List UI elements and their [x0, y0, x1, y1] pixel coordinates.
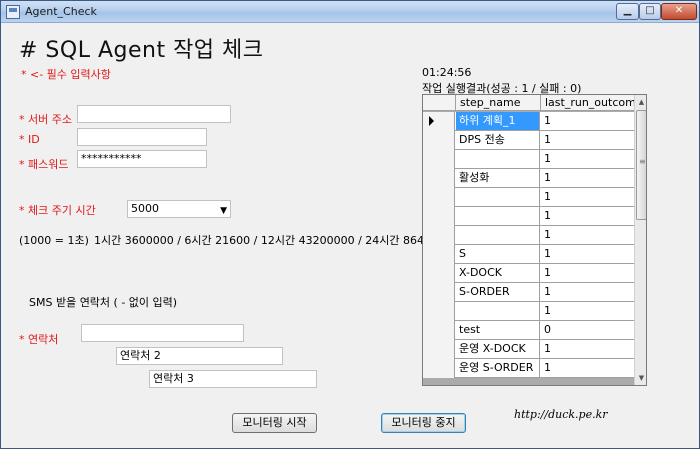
minimize-button[interactable]: ▁ [616, 3, 639, 20]
results-grid[interactable]: step_name last_run_outcom 하위 계획_1 1 DPS 전… [422, 94, 647, 386]
server-label: * 서버 주소 [19, 113, 72, 126]
outcome-cell[interactable]: 1 [541, 226, 634, 244]
outcome-cell[interactable]: 1 [541, 207, 634, 225]
outcome-cell[interactable]: 0 [541, 321, 634, 339]
row-header[interactable] [423, 340, 455, 359]
contact-input-3[interactable]: 연락처 3 [149, 370, 317, 388]
step-name-cell[interactable]: X-DOCK [456, 264, 540, 282]
outcome-cell[interactable]: 1 [541, 169, 634, 187]
step-name-cell[interactable]: 운영 S-ORDER [456, 359, 540, 377]
row-header[interactable] [423, 264, 455, 283]
scroll-up-icon[interactable]: ▲ [635, 95, 646, 109]
grid-rows: 하위 계획_1 1 DPS 전송 1 1 활성화 1 1 1 1 S1 X-DOCK 1… [423, 112, 634, 378]
step-name-cell[interactable]: test [456, 321, 540, 339]
table-row[interactable]: 하위 계획_1 1 [423, 112, 634, 131]
interval-hint-values: 1시간 3600000 / 6시간 21600 / 12시간 43200000 … [94, 234, 459, 247]
step-name-cell[interactable]: S [456, 245, 540, 263]
outcome-cell[interactable]: 1 [541, 283, 634, 301]
interval-label: * 체크 주기 시간 [19, 204, 96, 217]
contact-input-1[interactable] [81, 324, 244, 342]
table-row[interactable]: 운영 S-ORDER 1 [423, 359, 634, 378]
app-window: Agent_Check ▁ □ ✕ # SQL Agent 작업 체크 * <-… [0, 0, 700, 449]
scroll-down-icon[interactable]: ▼ [635, 371, 646, 385]
interval-value: 5000 [131, 202, 159, 215]
required-note: * <- 필수 입력사항 [21, 68, 111, 81]
row-header[interactable] [423, 169, 455, 188]
row-header[interactable] [423, 131, 455, 150]
step-name-cell[interactable] [456, 207, 540, 225]
outcome-cell[interactable]: 1 [541, 340, 634, 358]
server-input[interactable] [77, 105, 231, 123]
status-time: 01:24:56 [422, 66, 472, 79]
outcome-cell[interactable]: 1 [541, 131, 634, 149]
row-header[interactable] [423, 302, 455, 321]
table-row[interactable]: S-ORDER 1 [423, 283, 634, 302]
outcome-cell[interactable]: 1 [541, 359, 634, 377]
table-row[interactable]: S1 [423, 245, 634, 264]
scroll-thumb[interactable] [636, 110, 646, 220]
table-row[interactable]: 활성화 1 [423, 169, 634, 188]
interval-select[interactable]: 5000 ▼ [127, 200, 231, 218]
step-name-cell[interactable]: S-ORDER [456, 283, 540, 301]
step-name-cell[interactable]: 운영 X-DOCK [456, 340, 540, 358]
outcome-cell[interactable]: 1 [541, 245, 634, 263]
outcome-cell[interactable]: 1 [541, 112, 634, 130]
contact-label: * 연락처 [19, 333, 59, 346]
step-name-cell[interactable] [456, 188, 540, 206]
id-input[interactable] [77, 128, 207, 146]
table-row[interactable]: 1 [423, 150, 634, 169]
table-row[interactable]: 1 [423, 302, 634, 321]
step-name-cell[interactable]: 활성화 [456, 169, 540, 187]
outcome-cell[interactable]: 1 [541, 188, 634, 206]
row-header[interactable] [423, 112, 455, 131]
step-name-cell[interactable] [456, 302, 540, 320]
table-row[interactable]: 운영 X-DOCK 1 [423, 340, 634, 359]
close-button[interactable]: ✕ [661, 3, 697, 20]
outcome-cell[interactable]: 1 [541, 302, 634, 320]
page-title: # SQL Agent 작업 체크 [19, 38, 264, 63]
author-url: http://duck.pe.kr [514, 408, 608, 421]
column-header-step-name[interactable]: step_name [456, 95, 541, 111]
chevron-down-icon[interactable]: ▼ [220, 203, 227, 219]
row-header[interactable] [423, 188, 455, 207]
interval-hint-unit: (1000 = 1초) [19, 234, 89, 247]
column-header-last-run-outcome[interactable]: last_run_outcom [541, 95, 634, 111]
step-name-cell[interactable]: 하위 계획_1 [456, 112, 540, 130]
title-bar[interactable]: Agent_Check ▁ □ ✕ [1, 1, 699, 23]
row-header[interactable] [423, 245, 455, 264]
table-row[interactable]: DPS 전송 1 [423, 131, 634, 150]
current-row-icon [429, 116, 434, 126]
table-row[interactable]: X-DOCK 1 [423, 264, 634, 283]
row-header[interactable] [423, 226, 455, 245]
row-header[interactable] [423, 207, 455, 226]
maximize-button[interactable]: □ [639, 3, 661, 20]
row-header[interactable] [423, 283, 455, 302]
outcome-cell[interactable]: 1 [541, 150, 634, 168]
row-header[interactable] [423, 359, 455, 378]
start-monitoring-button[interactable]: 모니터링 시작 [232, 413, 317, 433]
grid-corner-header [423, 95, 456, 111]
row-header[interactable] [423, 321, 455, 340]
window-title: Agent_Check [25, 5, 97, 18]
step-name-cell[interactable]: DPS 전송 [456, 131, 540, 149]
step-name-cell[interactable] [456, 226, 540, 244]
sms-section-title: SMS 받을 연락처 ( - 없이 입력) [29, 296, 178, 309]
password-input[interactable]: *********** [77, 150, 207, 168]
id-label: * ID [19, 133, 40, 146]
row-header[interactable] [423, 150, 455, 169]
contact-input-2[interactable]: 연락처 2 [116, 347, 283, 365]
app-icon [6, 5, 20, 19]
stop-monitoring-button[interactable]: 모니터링 중지 [381, 413, 466, 433]
table-row[interactable]: 1 [423, 188, 634, 207]
table-row[interactable]: test 0 [423, 321, 634, 340]
outcome-cell[interactable]: 1 [541, 264, 634, 282]
grid-vertical-scrollbar[interactable]: ▲ ▼ [634, 95, 646, 385]
table-row[interactable]: 1 [423, 226, 634, 245]
step-name-cell[interactable] [456, 150, 540, 168]
table-row[interactable]: 1 [423, 207, 634, 226]
grid-header: step_name last_run_outcom [423, 95, 634, 111]
password-label: * 패스워드 [19, 158, 69, 171]
